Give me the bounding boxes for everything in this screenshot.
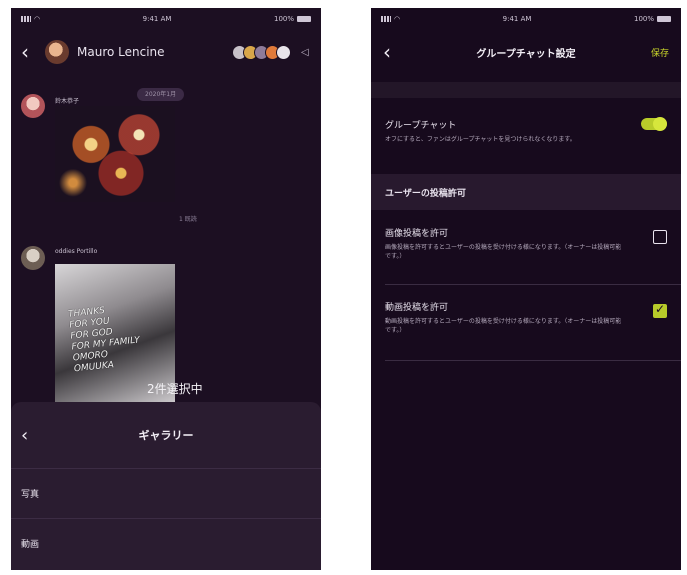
row-divider: [385, 360, 681, 361]
fireworks-photo[interactable]: [55, 106, 175, 202]
speaker-icon[interactable]: ◁: [301, 47, 311, 58]
signal-indicator: ◠: [381, 15, 400, 23]
screenshot-stage: ◠ 9:41 AM 100% ‹ Mauro Lencine ◁ 鈴木恭子 20…: [0, 0, 687, 575]
sender-avatar[interactable]: [21, 246, 45, 270]
battery-icon: [297, 16, 311, 22]
video-post-checkbox[interactable]: [653, 302, 667, 318]
status-bar: ◠ 9:41 AM 100%: [11, 8, 321, 30]
back-chevron-icon[interactable]: ‹: [21, 425, 39, 446]
signal-icon: [381, 16, 391, 22]
settings-header: ‹ グループチャット設定 保存: [371, 32, 681, 72]
avatar[interactable]: [45, 40, 69, 64]
sheet-item-videos[interactable]: 動画: [11, 518, 321, 568]
member-avatar: [276, 44, 291, 60]
gallery-sheet: ‹ ギャラリー 写真 動画: [11, 402, 321, 570]
sheet-title: ギャラリー: [138, 429, 194, 442]
setting-description: オフにすると、ファンはグループチャットを見つけられなくなります。: [385, 136, 576, 143]
back-chevron-icon[interactable]: ‹: [21, 40, 39, 64]
photo-handwriting: THANKS FOR YOU FOR GOD FOR MY FAMILY OMO…: [68, 303, 143, 376]
group-chat-settings-screen: ◠ 9:41 AM 100% ‹ グループチャット設定 保存 グループチャット …: [371, 8, 681, 570]
chat-partner-name: Mauro Lencine: [77, 45, 165, 59]
status-time: 9:41 AM: [502, 15, 532, 23]
member-avatars[interactable]: [232, 44, 291, 60]
status-battery: 100%: [633, 15, 654, 23]
battery-icon: [657, 16, 671, 22]
image-post-setting: 画像投稿を許可 画像投稿を許可するとユーザーの投稿を受け付ける様になります。（オ…: [371, 226, 681, 261]
row-divider: [385, 284, 681, 285]
read-receipt: 1 既読: [179, 216, 197, 223]
wifi-icon: ◠: [34, 15, 41, 23]
back-chevron-icon[interactable]: ‹: [383, 40, 401, 64]
section-header: ユーザーの投稿許可: [371, 174, 681, 210]
date-chip: 2020年1月: [137, 88, 185, 101]
setting-description: 画像投稿を許可するとユーザーの投稿を受け付ける様になります。（オーナーは投稿可能…: [385, 244, 622, 260]
setting-title: 動画投稿を許可: [385, 303, 449, 313]
image-post-checkbox[interactable]: [653, 230, 667, 244]
status-battery: 100%: [273, 15, 294, 23]
setting-title: 画像投稿を許可: [385, 229, 449, 239]
sheet-item-photos[interactable]: 写真: [11, 468, 321, 518]
signal-indicator: ◠: [21, 15, 40, 23]
group-chat-toggle[interactable]: [641, 117, 667, 131]
battery-indicator: 100%: [634, 15, 671, 23]
setting-title: グループチャット: [385, 121, 457, 131]
status-time: 9:41 AM: [142, 15, 172, 23]
chat-header: ‹ Mauro Lencine ◁: [11, 32, 321, 72]
chat-screen: ◠ 9:41 AM 100% ‹ Mauro Lencine ◁ 鈴木恭子 20…: [11, 8, 321, 570]
selected-count: 2件選択中: [147, 382, 203, 396]
video-post-setting: 動画投稿を許可 動画投稿を許可するとユーザーの投稿を受け付ける様になります。（オ…: [371, 300, 681, 335]
wifi-icon: ◠: [394, 15, 401, 23]
sender-name: oddies Portillo: [55, 248, 98, 255]
group-chat-setting: グループチャット オフにすると、ファンはグループチャットを見つけられなくなります…: [371, 117, 681, 144]
page-title: グループチャット設定: [476, 48, 576, 60]
divider-band: [371, 82, 681, 98]
signal-icon: [21, 16, 31, 22]
sender-name: 鈴木恭子: [55, 98, 80, 105]
status-bar: ◠ 9:41 AM 100%: [371, 8, 681, 30]
toggle-knob: [653, 117, 667, 131]
save-button[interactable]: 保存: [651, 46, 669, 59]
sender-avatar[interactable]: [21, 94, 45, 118]
sheet-header: ‹ ギャラリー: [11, 402, 321, 468]
battery-indicator: 100%: [274, 15, 311, 23]
setting-description: 動画投稿を許可するとユーザーの投稿を受け付ける様になります。（オーナーは投稿可能…: [385, 318, 622, 334]
